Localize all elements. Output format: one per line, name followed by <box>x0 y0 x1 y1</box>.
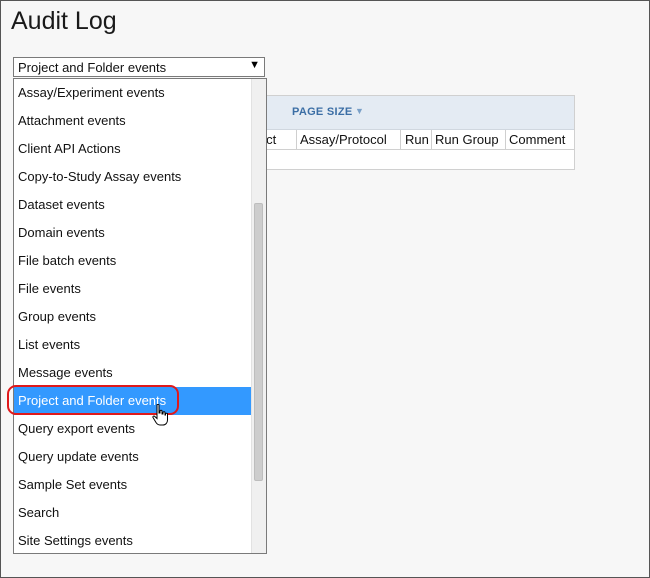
page-title: Audit Log <box>11 7 117 35</box>
dropdown-option[interactable]: Group events <box>14 303 252 331</box>
dropdown-option[interactable]: Dataset events <box>14 191 252 219</box>
audit-grid: T PAGE SIZE ▼ ject Assay/Protocol Run Ru… <box>249 95 575 170</box>
column-divider <box>296 130 297 149</box>
dropdown-option[interactable]: File batch events <box>14 247 252 275</box>
column-header-run-group[interactable]: Run Group <box>435 132 499 151</box>
hand-cursor-icon <box>152 404 168 426</box>
dropdown-option[interactable]: Attachment events <box>14 107 252 135</box>
dropdown-option[interactable]: List events <box>14 331 252 359</box>
column-divider <box>505 130 506 149</box>
select-value: Project and Folder events <box>18 60 167 75</box>
dropdown-option[interactable]: Message events <box>14 359 252 387</box>
scrollbar-thumb[interactable] <box>254 203 263 481</box>
audit-type-dropdown-list: Assay/Experiment events Attachment events… <box>13 78 267 554</box>
dropdown-option[interactable]: Assay/Experiment events <box>14 79 252 107</box>
column-divider <box>431 130 432 149</box>
column-header-run[interactable]: Run <box>405 132 429 151</box>
column-header-comment[interactable]: Comment <box>509 132 565 151</box>
audit-type-select[interactable]: Project and Folder events ▼ <box>13 57 265 77</box>
dropdown-option[interactable]: Domain events <box>14 219 252 247</box>
dropdown-option[interactable]: Search <box>14 499 252 527</box>
dropdown-option[interactable]: File events <box>14 275 252 303</box>
app-window: Audit Log T PAGE SIZE ▼ ject Assay/Proto… <box>0 0 650 578</box>
dropdown-option[interactable]: Project and Folder events <box>14 387 252 415</box>
chevron-down-icon: ▼ <box>355 106 364 116</box>
dropdown-option[interactable]: Query update events <box>14 443 252 471</box>
dropdown-option[interactable]: Copy-to-Study Assay events <box>14 163 252 191</box>
dropdown-option[interactable]: Sample Set events <box>14 471 252 499</box>
page-size-button[interactable]: PAGE SIZE <box>292 106 353 118</box>
dropdown-option[interactable]: Query export events <box>14 415 252 443</box>
dropdown-arrow-icon[interactable]: ▼ <box>249 59 260 71</box>
grid-header-row: ject Assay/Protocol Run Run Group Commen… <box>250 130 574 150</box>
dropdown-option[interactable]: Site Settings events <box>14 527 252 553</box>
grid-toolbar: T PAGE SIZE ▼ <box>250 96 574 130</box>
dropdown-option[interactable]: Client API Actions <box>14 135 252 163</box>
column-divider <box>400 130 401 149</box>
column-header-assay-protocol[interactable]: Assay/Protocol <box>300 132 387 151</box>
dropdown-scrollbar[interactable] <box>251 79 266 553</box>
